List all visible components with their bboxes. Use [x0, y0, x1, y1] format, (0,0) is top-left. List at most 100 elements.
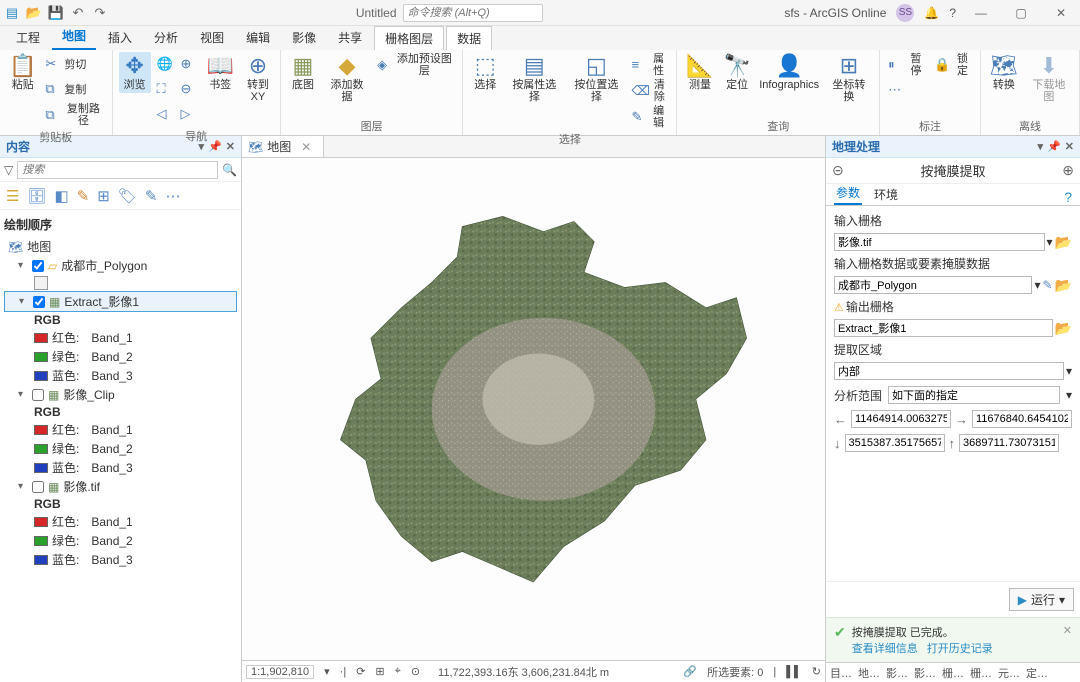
clear-button[interactable]: ⌫清除	[629, 78, 670, 103]
history-link[interactable]: 打开历史记录	[927, 643, 993, 655]
browse-icon[interactable]: 📂	[1055, 320, 1072, 337]
maximize-button[interactable]: ▢	[1006, 6, 1036, 20]
dropdown-icon[interactable]: ▾	[1047, 235, 1053, 249]
edit-button[interactable]: ✎编辑	[629, 104, 670, 129]
fixed-zoom-in-button[interactable]: ⊕	[179, 52, 199, 76]
close-tab-icon[interactable]: ✕	[301, 140, 311, 154]
details-link[interactable]: 查看详细信息	[852, 643, 918, 655]
download-map-button[interactable]: ⬇下载地图	[1025, 52, 1073, 105]
tab-insert[interactable]: 插入	[98, 25, 142, 50]
run-button[interactable]: ▶ 运行 ▾	[1009, 588, 1074, 611]
search-icon[interactable]: 🔍	[222, 163, 237, 177]
filter-icon[interactable]: ▽	[4, 163, 13, 177]
expander-icon[interactable]: ▾	[18, 481, 28, 492]
bottom-tab[interactable]: 地…	[858, 665, 880, 681]
close-pane-icon[interactable]: ✕	[1065, 140, 1074, 153]
dropdown-icon[interactable]: ▾	[1034, 278, 1040, 292]
redo-icon[interactable]: ↷	[92, 5, 108, 21]
tab-project[interactable]: 工程	[6, 25, 50, 50]
explore-button[interactable]: ✥ 浏览	[119, 52, 151, 93]
map-view[interactable]	[242, 158, 825, 660]
open-project-icon[interactable]: 📂	[26, 5, 42, 21]
bottom-tab[interactable]: 元…	[998, 665, 1020, 681]
snapping-icon[interactable]: ⌖	[395, 665, 401, 678]
back-icon[interactable]: ⊝	[832, 162, 844, 179]
dropdown-icon[interactable]: ▾	[1066, 388, 1072, 402]
close-button[interactable]: ✕	[1046, 6, 1076, 20]
bottom-tab[interactable]: 定…	[1026, 665, 1048, 681]
list-labeling-icon[interactable]: 🏷	[118, 187, 137, 205]
toc-layer[interactable]: ▾ ▦ 影像_Clip	[4, 385, 237, 404]
tab-parameters[interactable]: 参数	[834, 182, 862, 205]
list-snapping-icon[interactable]: ⊞	[97, 187, 110, 205]
tab-imagery[interactable]: 影像	[282, 25, 326, 50]
param-input-extract-area[interactable]	[834, 362, 1064, 380]
prev-extent-button[interactable]: ◁	[155, 102, 175, 126]
dropdown-icon[interactable]: ▾	[1066, 364, 1072, 378]
bottom-tab[interactable]: 栅…	[942, 665, 964, 681]
link-icon[interactable]: 🔗	[683, 665, 697, 678]
add-tool-icon[interactable]: ⊕	[1062, 162, 1074, 179]
coord-convert-button[interactable]: ⊞坐标转换	[825, 52, 873, 105]
tab-share[interactable]: 共享	[328, 25, 372, 50]
layer-checkbox[interactable]	[32, 260, 44, 272]
expander-icon[interactable]: ▾	[18, 260, 28, 271]
content-search-input[interactable]	[17, 161, 218, 179]
tab-analysis[interactable]: 分析	[144, 25, 188, 50]
list-selection-icon[interactable]: ◧	[55, 187, 69, 205]
properties-button[interactable]: ≡属性	[629, 52, 670, 77]
list-source-icon[interactable]: 🗄	[27, 187, 46, 205]
basemap-button[interactable]: ▦ 底图	[287, 52, 319, 93]
help-icon[interactable]: ?	[1064, 189, 1072, 205]
bottom-tab[interactable]: 目…	[830, 665, 852, 681]
avatar[interactable]: SS	[896, 4, 914, 22]
save-icon[interactable]: 💾	[48, 5, 64, 21]
minimize-button[interactable]: —	[966, 6, 996, 20]
list-perspective-icon[interactable]: ✎	[145, 187, 158, 205]
close-message-icon[interactable]: ✕	[1063, 624, 1072, 637]
fixed-zoom-out-button[interactable]: ⊖	[179, 77, 199, 101]
tab-edit[interactable]: 编辑	[236, 25, 280, 50]
tab-map[interactable]: 地图	[52, 23, 96, 50]
extent-top[interactable]	[959, 434, 1059, 452]
more-labeling-button[interactable]: ⋯	[886, 78, 928, 102]
tab-data[interactable]: 数据	[446, 26, 492, 50]
bottom-tab[interactable]: 影…	[886, 665, 908, 681]
scale-readout[interactable]: 1:1,902,810	[246, 665, 314, 679]
tab-raster-layer[interactable]: 栅格图层	[374, 26, 444, 50]
select-by-loc-button[interactable]: ◱按位置选择	[567, 52, 625, 105]
toc-layer[interactable]: ▾ ▱ 成都市_Polygon	[4, 256, 237, 275]
extent-right[interactable]	[972, 410, 1072, 428]
dynamic-icon[interactable]: ⊙	[411, 665, 420, 678]
list-editing-icon[interactable]: ✎	[77, 187, 90, 205]
user-label[interactable]: sfs - ArcGIS Online	[784, 6, 886, 20]
cut-button[interactable]: ✂剪切	[43, 52, 105, 76]
param-input-output-raster[interactable]	[834, 319, 1053, 337]
layer-checkbox[interactable]	[32, 389, 44, 401]
measure-button[interactable]: 📐测量	[683, 52, 716, 93]
pause-draw-icon[interactable]: ▌▌	[786, 666, 802, 678]
select-button[interactable]: ⬚选择	[469, 52, 501, 93]
goto-xy-button[interactable]: ⊕ 转到 XY	[242, 52, 274, 105]
infographics-button[interactable]: 👤Infographics	[758, 52, 821, 93]
autohide-icon[interactable]: ▾	[1038, 140, 1044, 153]
rotation-icon[interactable]: ⟳	[356, 665, 365, 678]
paste-button[interactable]: 📋 粘贴	[6, 52, 39, 93]
notifications-icon[interactable]: 🔔	[924, 6, 939, 20]
extent-bottom[interactable]	[845, 434, 945, 452]
locate-button[interactable]: 🔭定位	[721, 52, 754, 93]
next-extent-button[interactable]: ▷	[179, 102, 199, 126]
add-preset-button[interactable]: ◈添加预设图层	[375, 52, 456, 77]
browse-icon[interactable]: 📂	[1055, 277, 1072, 294]
bottom-tab[interactable]: 栅…	[970, 665, 992, 681]
pause-labels-button[interactable]: ⏸暂停	[886, 52, 928, 77]
param-input-mask[interactable]	[834, 276, 1032, 294]
lock-labels-button[interactable]: 🔒锁定	[932, 52, 974, 77]
copy-button[interactable]: ⧉复制	[43, 77, 105, 101]
layer-checkbox[interactable]	[32, 481, 44, 493]
help-icon[interactable]: ?	[949, 6, 956, 20]
dropdown-icon[interactable]: ▾	[1059, 593, 1065, 607]
add-data-button[interactable]: ◆ 添加数据	[323, 52, 371, 105]
convert-button[interactable]: 🗺转换	[987, 52, 1021, 93]
bookmarks-button[interactable]: 📖 书签	[203, 52, 238, 93]
